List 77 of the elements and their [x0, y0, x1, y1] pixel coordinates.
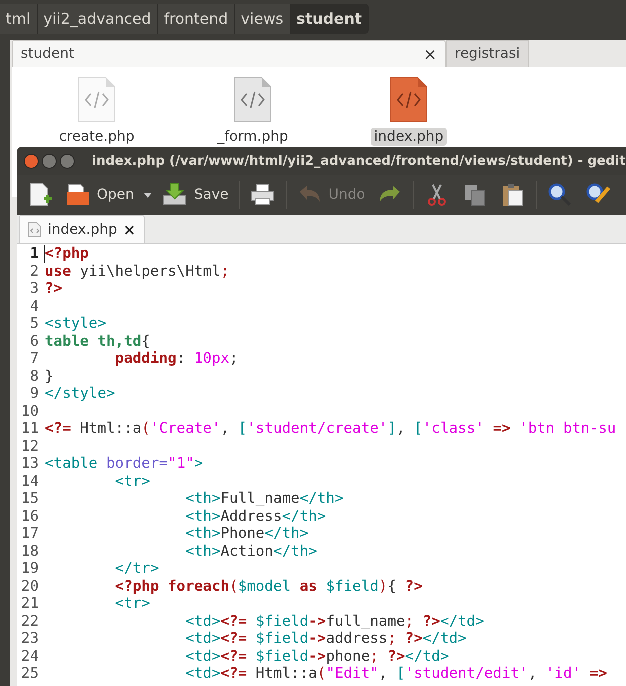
line-number: 1 — [29, 245, 40, 262]
code-line: <th>Address</th> — [184, 508, 326, 525]
line-number: 18 — [20, 542, 40, 560]
line-number: 21 — [20, 595, 40, 612]
line-number: 11 — [20, 420, 40, 438]
line-number: 17 — [20, 525, 40, 542]
breadcrumb-button[interactable]: yii2_advanced — [38, 4, 158, 34]
code-line: <?php foreach($model as $field){ ?> — [114, 578, 423, 595]
line-number: 6 — [29, 332, 40, 350]
code-line: <style> — [44, 315, 107, 332]
code-line: <table border="1"> — [44, 455, 204, 472]
line-number: 19 — [20, 560, 40, 578]
code-line: ?> — [44, 280, 63, 298]
close-button[interactable] — [24, 154, 39, 168]
code-line: <td><?= Html::a("Edit", ['student/edit', 'id' => — [184, 665, 608, 682]
document-tab[interactable]: index.php × — [19, 215, 145, 243]
save-icon — [162, 182, 188, 208]
breadcrumb-button[interactable]: frontend — [158, 4, 236, 34]
code-line: <th>Action</th> — [184, 542, 318, 560]
line-number: 15 — [20, 490, 40, 508]
code-file-icon — [78, 77, 116, 123]
line-number: 13 — [20, 455, 40, 472]
line-number: 25 — [20, 665, 40, 682]
line-number: 5 — [29, 315, 40, 332]
code-line: <td><?= $field->full_name; ?></td> — [184, 612, 484, 630]
code-file-icon — [390, 77, 428, 123]
line-number: 20 — [20, 578, 40, 595]
search-icon — [547, 182, 574, 208]
code-line: <tr> — [114, 472, 150, 490]
code-line: <td><?= $field->address; ?></td> — [184, 630, 467, 648]
line-number: 8 — [29, 368, 40, 385]
code-line: use yii\helpers\Html; — [44, 262, 230, 280]
code-line: table th,td{ — [44, 332, 150, 350]
code-line: <th>Phone</th> — [184, 525, 309, 542]
breadcrumb-button[interactable]: views — [235, 4, 291, 34]
line-number: 9 — [29, 385, 40, 402]
code-line: </tr> — [114, 560, 160, 578]
code-file-icon — [234, 77, 272, 123]
folder-tab[interactable]: registrasi — [446, 40, 530, 67]
close-icon[interactable]: × — [424, 44, 437, 64]
code-line: <th>Full_name</th> — [184, 490, 344, 508]
file-name[interactable]: create.php — [56, 128, 138, 146]
save-button[interactable]: Save — [160, 180, 231, 210]
maximize-button[interactable] — [60, 154, 75, 168]
file-name[interactable]: _form.php — [214, 128, 292, 146]
clipboard-icon — [500, 182, 526, 208]
code-line: <td><?= $field->phone; ?></td> — [184, 648, 450, 665]
code-line: padding: 10px; — [114, 350, 238, 368]
line-number: 4 — [29, 298, 40, 315]
printer-icon — [250, 182, 276, 208]
line-number: 14 — [20, 472, 40, 490]
code-line: <tr> — [114, 595, 150, 612]
line-number: 22 — [20, 612, 40, 630]
code-line: <?php — [44, 245, 89, 262]
code-line: </style> — [44, 385, 116, 402]
window-title: index.php (/var/www/html/yii2_advanced/frontend/views/student) - gedit — [92, 154, 626, 168]
code-line: } — [44, 368, 54, 385]
file-name[interactable]: index.php — [371, 128, 447, 146]
breadcrumb-button[interactable]: tml — [0, 4, 38, 34]
line-number: 3 — [29, 280, 40, 298]
copy-icon — [462, 182, 488, 208]
close-icon[interactable]: × — [123, 220, 136, 238]
document-icon — [28, 222, 42, 238]
code-line: <?= Html::a('Create', ['student/create'], ['class' => 'btn btn-su — [44, 420, 616, 438]
line-number: 12 — [20, 438, 40, 455]
line-number: 7 — [29, 350, 40, 368]
open-button[interactable]: Open — [63, 180, 136, 210]
folder-tab[interactable]: student × — [12, 40, 446, 67]
line-number: 10 — [20, 402, 40, 420]
line-number: 24 — [20, 648, 40, 665]
line-number: 23 — [20, 630, 40, 648]
folder-icon — [65, 182, 91, 208]
line-number: 2 — [29, 262, 40, 280]
line-number: 16 — [20, 508, 40, 525]
breadcrumb-button[interactable]: student — [290, 4, 370, 34]
minimize-button[interactable] — [42, 154, 57, 168]
dropdown-caret-icon[interactable] — [144, 192, 152, 198]
